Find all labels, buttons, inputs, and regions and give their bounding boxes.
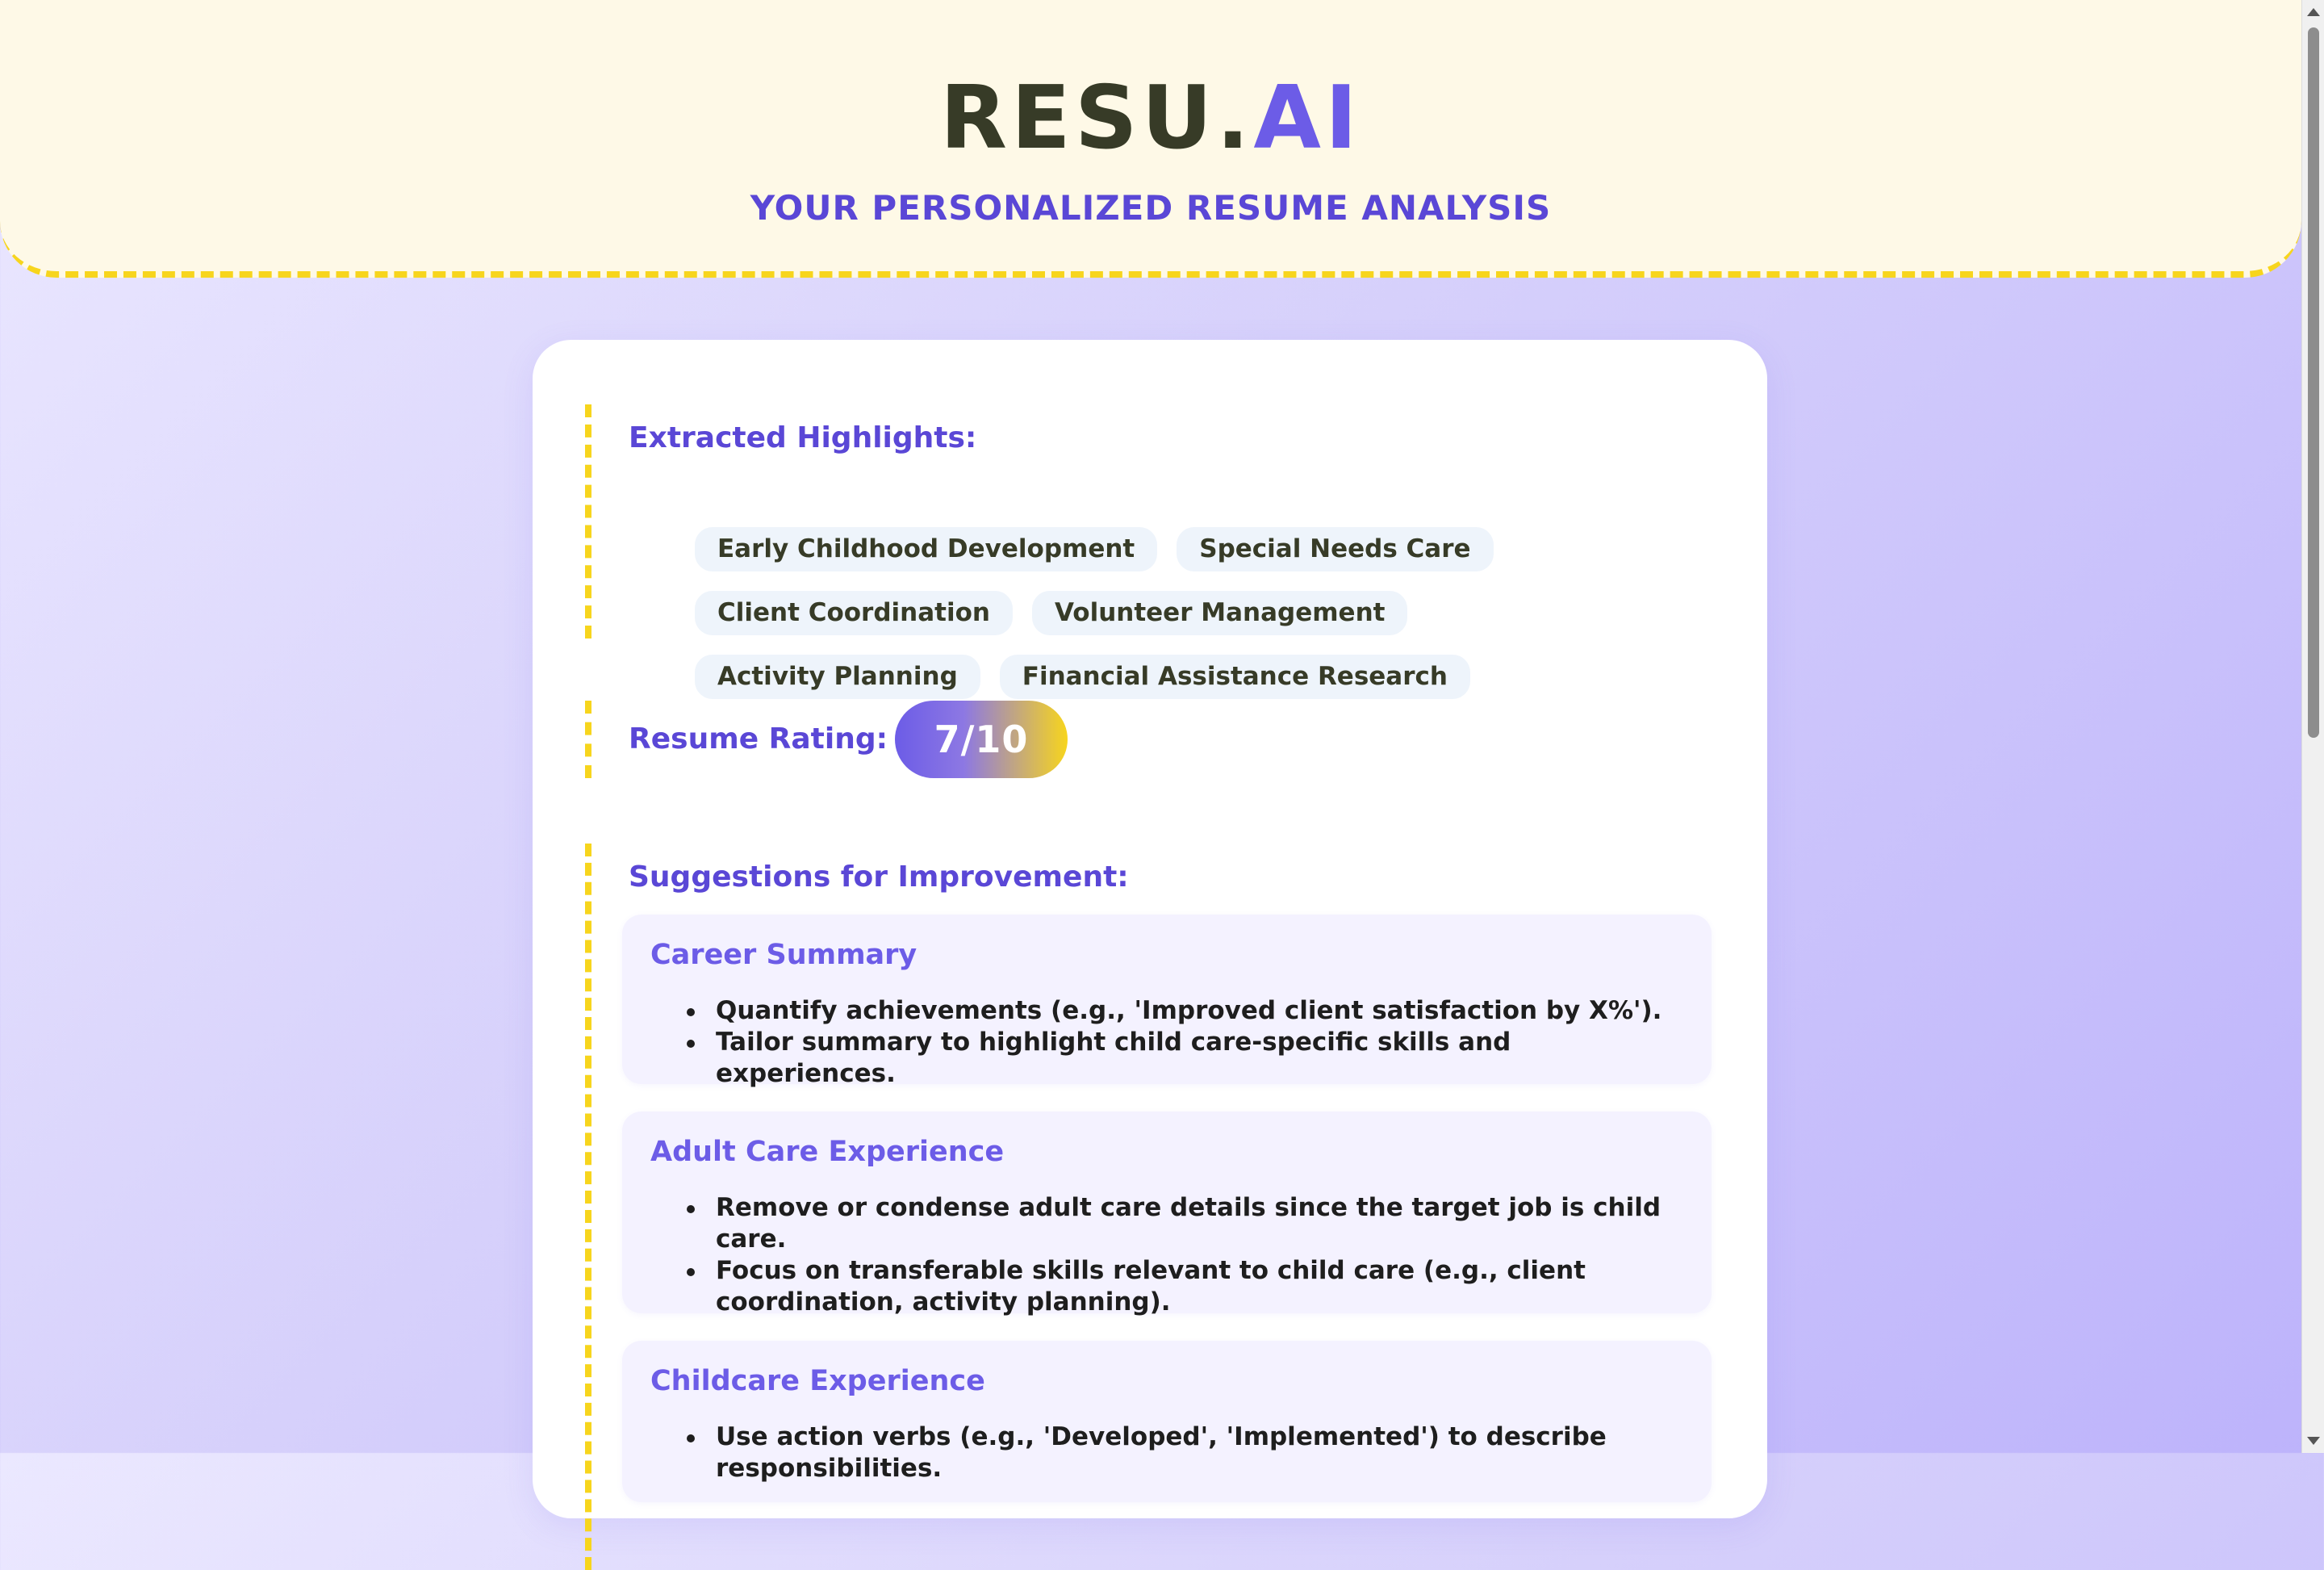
vertical-scrollbar[interactable] [2301,0,2324,1453]
tagline: YOUR PERSONALIZED RESUME ANALYSIS [750,188,1552,228]
highlight-chip: Special Needs Care [1177,527,1494,571]
highlights-section: Extracted Highlights: Early Childhood De… [585,404,1494,699]
suggestion-bullet: Focus on transferable skills relevant to… [687,1255,1687,1318]
rating-section: Resume Rating: 7/10 [585,701,1068,778]
analysis-card: Extracted Highlights: Early Childhood De… [533,340,1767,1570]
suggestion-bullet: Use action verbs (e.g., 'Developed', 'Im… [687,1421,1687,1484]
highlight-chips: Early Childhood Development Special Need… [695,527,1631,699]
suggestions-title: Suggestions for Improvement: [629,860,1129,894]
scroll-down-arrow-icon[interactable] [2307,1437,2320,1445]
scrollbar-thumb[interactable] [2308,27,2319,738]
suggestion-title: Adult Care Experience [650,1136,1005,1168]
logo-main: RESU. [939,68,1254,169]
page-header: RESU.AI YOUR PERSONALIZED RESUME ANALYSI… [0,0,2301,278]
highlight-chip: Volunteer Management [1031,591,1408,635]
highlight-chip: Client Coordination [695,591,1013,635]
suggestion-list: Remove or condense adult care details si… [687,1192,1687,1318]
suggestion-list: Quantify achievements (e.g., 'Improved c… [687,995,1687,1090]
suggestion-bullet: Quantify achievements (e.g., 'Improved c… [687,995,1687,1027]
highlight-chip: Activity Planning [695,655,980,699]
suggestion-list: Use action verbs (e.g., 'Developed', 'Im… [687,1421,1687,1484]
suggestion-card: Career Summary Quantify achievements (e.… [622,915,1712,1088]
suggestion-card: Childcare Experience Use action verbs (e… [622,1341,1712,1502]
suggestion-bullet: Remove or condense adult care details si… [687,1192,1687,1255]
suggestion-title: Career Summary [650,939,917,971]
suggestion-bullet: Tailor summary to highlight child care-s… [687,1027,1687,1090]
highlights-title: Extracted Highlights: [629,421,977,454]
highlight-chip: Financial Assistance Research [999,655,1470,699]
rating-badge: 7/10 [895,701,1068,778]
suggestion-title: Childcare Experience [650,1365,985,1397]
suggestion-card: Adult Care Experience Remove or condense… [622,1112,1712,1317]
highlight-chip: Early Childhood Development [695,527,1158,571]
scroll-up-arrow-icon[interactable] [2307,8,2320,16]
logo-accent: AI [1253,68,1362,169]
logo: RESU.AI [0,66,2301,171]
rating-label: Resume Rating: [629,722,888,756]
suggestions-section: Suggestions for Improvement: [585,844,1129,1570]
